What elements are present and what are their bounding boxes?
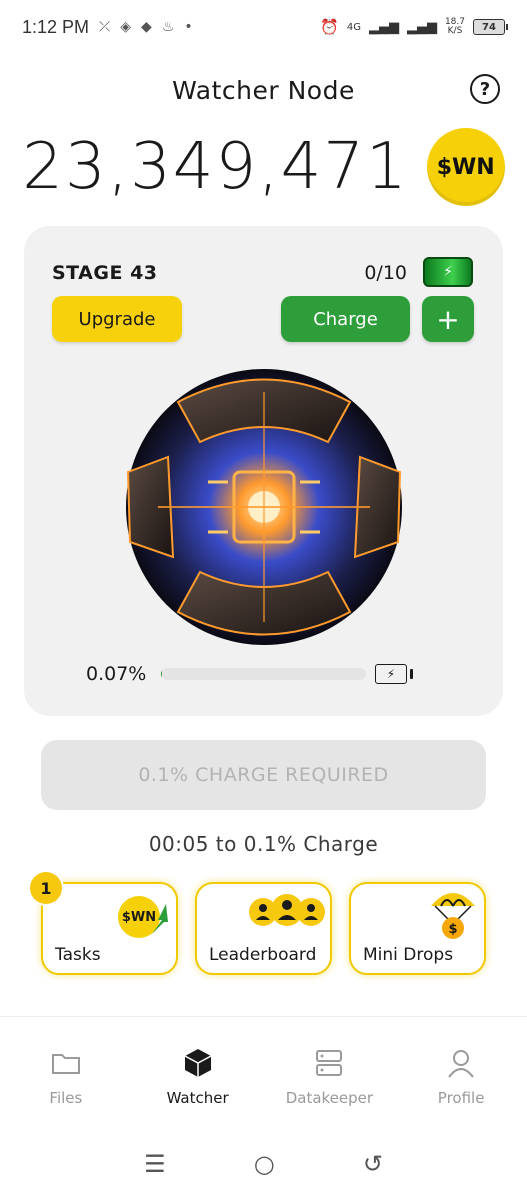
- balance-row: 23,349,471 $WN: [0, 122, 527, 212]
- nav-item-watcher[interactable]: Watcher: [132, 1017, 264, 1114]
- charge-timer: 00:05 to 0.1% Charge: [148, 832, 379, 856]
- tasks-card[interactable]: $WN Tasks: [41, 882, 178, 975]
- app-notification-icon: ◈: [120, 19, 132, 35]
- signal-icon-2: ▂▄▆: [406, 19, 437, 35]
- android-nav-bar: ☰ ○ ↺: [0, 1140, 527, 1188]
- bottom-nav: Files Watcher Datakeeper Profile: [0, 1016, 527, 1114]
- tasks-count-badge: 1: [30, 872, 62, 904]
- status-left: 1:12 PM ⤫ ◈ ◆ ♨ •: [22, 17, 193, 38]
- nav-label-files: Files: [49, 1089, 83, 1107]
- leaderboard-people-icon: [249, 894, 325, 926]
- folder-icon: [51, 1054, 80, 1074]
- server-icon: [316, 1050, 343, 1076]
- home-icon[interactable]: ○: [254, 1150, 275, 1178]
- coin-label: $WN: [436, 154, 495, 180]
- upgrade-button[interactable]: Upgrade: [52, 296, 182, 342]
- parachute-coin-icon: $: [431, 893, 475, 939]
- leaderboard-label: Leaderboard: [209, 945, 317, 965]
- stage-card: STAGE 43 0/10 ⚡ Upgrade Charge + 0.07% ⚡: [24, 226, 503, 716]
- status-right: ⏰ 4G ▂▄▆ ▂▄▆ 18.7 K/S 74: [320, 18, 508, 36]
- nav-label-datakeeper: Datakeeper: [285, 1089, 374, 1107]
- minidrops-coin-symbol: $: [448, 922, 457, 937]
- charge-required-button[interactable]: 0.1% CHARGE REQUIRED: [41, 740, 486, 810]
- trend-up-icon: [152, 904, 168, 934]
- stage-label: STAGE 43: [52, 262, 158, 284]
- core-orb-image[interactable]: [118, 362, 410, 652]
- alarm-icon: ⏰: [320, 18, 339, 36]
- full-battery-icon: ⚡: [423, 257, 473, 287]
- nav-item-profile[interactable]: Profile: [395, 1017, 527, 1114]
- status-time: 1:12 PM: [22, 16, 90, 37]
- nav-item-datakeeper[interactable]: Datakeeper: [264, 1017, 396, 1114]
- minidrops-card[interactable]: $ Mini Drops: [349, 882, 486, 975]
- charge-battery-tip: [410, 669, 413, 679]
- net-speed: 18.7 K/S: [445, 18, 465, 36]
- header: Watcher Node ?: [0, 68, 527, 112]
- signal-icon: ▂▄▆: [368, 19, 399, 35]
- add-charge-button[interactable]: +: [422, 296, 474, 342]
- cube-icon: [184, 1049, 211, 1077]
- charge-count: 0/10: [364, 262, 407, 284]
- nav-item-files[interactable]: Files: [0, 1017, 132, 1114]
- nav-label-profile: Profile: [437, 1089, 485, 1107]
- wn-coin-icon: $WN: [426, 128, 505, 206]
- help-button[interactable]: ?: [470, 74, 500, 104]
- progress-bar: [161, 668, 366, 680]
- status-bar: 1:12 PM ⤫ ◈ ◆ ♨ • ⏰ 4G ▂▄▆ ▂▄▆ 18.7 K/S …: [0, 0, 527, 54]
- page-title: Watcher Node: [172, 75, 355, 105]
- battery-level: 74: [482, 21, 496, 33]
- leaderboard-card[interactable]: Leaderboard: [195, 882, 332, 975]
- minidrops-label: Mini Drops: [363, 945, 454, 965]
- missed-call-icon: ⤫: [99, 19, 111, 35]
- back-icon[interactable]: ↺: [363, 1150, 383, 1178]
- tasks-label: Tasks: [55, 945, 101, 965]
- question-icon: ?: [479, 78, 491, 100]
- user-icon: [448, 1050, 474, 1078]
- progress-percent: 0.07%: [86, 663, 147, 685]
- battery-icon: 74: [473, 19, 508, 35]
- binance-icon: ◆: [141, 19, 152, 35]
- nav-label-watcher: Watcher: [166, 1089, 229, 1107]
- tinder-icon: ♨: [161, 19, 175, 35]
- charge-battery-icon: ⚡: [375, 664, 407, 684]
- recent-apps-icon[interactable]: ☰: [144, 1150, 166, 1178]
- network-type: 4G: [346, 21, 361, 33]
- charge-button[interactable]: Charge: [281, 296, 410, 342]
- net-speed-unit: K/S: [447, 26, 463, 36]
- more-notifications-icon: •: [184, 19, 193, 35]
- balance-value: 23,349,471: [22, 130, 409, 204]
